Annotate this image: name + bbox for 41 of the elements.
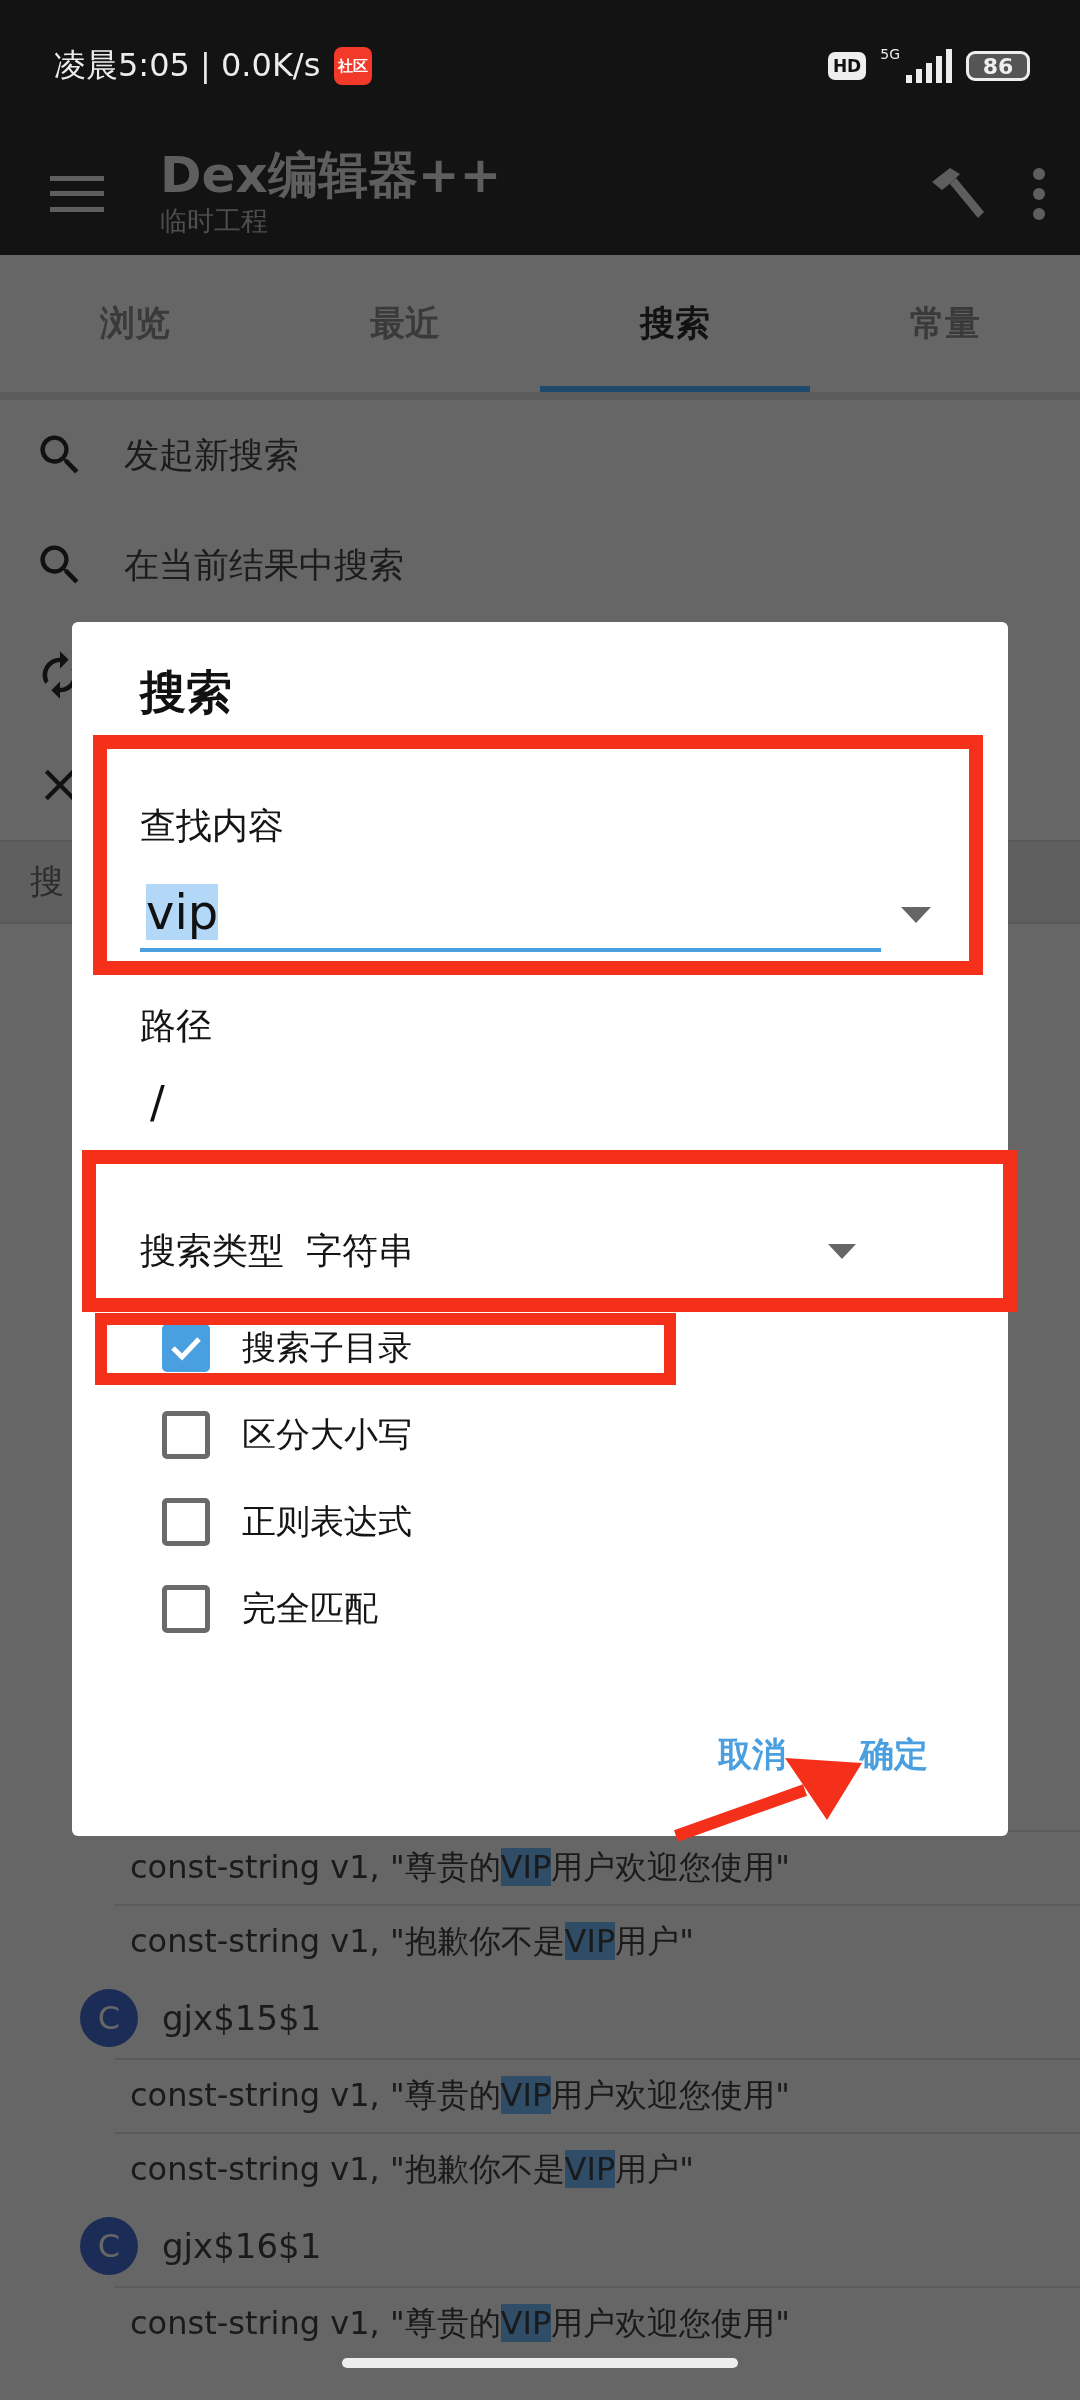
field-label: 查找内容: [140, 804, 285, 848]
app-subtitle: 临时工程: [160, 204, 269, 238]
menu-item[interactable]: 在当前结果中搜索: [124, 541, 404, 589]
path-value: /: [149, 1077, 166, 1128]
dialog-title: 搜索: [140, 664, 233, 721]
checkbox-label[interactable]: 完全匹配: [242, 1585, 378, 1632]
checkbox[interactable]: [162, 1323, 210, 1372]
code-line[interactable]: const-string v1, "尊贵的VIP用户欢迎您使用": [115, 2302, 790, 2346]
status-time: 凌晨5:05 | 0.0K/s: [54, 45, 321, 86]
battery-icon: 86: [966, 51, 1030, 81]
more-icon[interactable]: [1032, 166, 1046, 221]
checkbox[interactable]: [162, 1497, 210, 1546]
class-name[interactable]: gjx$16$1: [162, 2226, 322, 2266]
app-badge: 社区: [334, 47, 373, 85]
dropdown-icon[interactable]: [828, 1243, 856, 1259]
checkbox-label[interactable]: 区分大小写: [242, 1411, 412, 1458]
app-title: Dex编辑器++: [160, 148, 503, 203]
checkbox[interactable]: [162, 1410, 210, 1459]
code-line[interactable]: const-string v1, "尊贵的VIP用户欢迎您使用": [115, 1846, 790, 1890]
search-type-value[interactable]: 字符串: [306, 1226, 828, 1276]
menu-item[interactable]: 发起新搜索: [124, 431, 299, 479]
signal-icon: [904, 49, 952, 83]
class-icon: C: [80, 1989, 138, 2047]
code-line[interactable]: const-string v1, "抱歉你不是VIP用户": [115, 2148, 694, 2192]
dialog-button[interactable]: 确定: [854, 1726, 934, 1784]
dialog-button[interactable]: 取消: [712, 1726, 792, 1784]
hd-badge: HD: [827, 52, 867, 80]
search-field[interactable]: vip: [140, 878, 881, 952]
field-label: 路径: [140, 1004, 213, 1048]
code-line[interactable]: const-string v1, "抱歉你不是VIP用户": [115, 1920, 694, 1964]
code-line[interactable]: const-string v1, "尊贵的VIP用户欢迎您使用": [115, 2074, 790, 2118]
tab[interactable]: 搜索: [540, 255, 810, 392]
field-label: 搜索类型: [140, 1228, 284, 1273]
class-name[interactable]: gjx$15$1: [162, 1998, 322, 2038]
class-icon: C: [80, 2217, 138, 2275]
dropdown-icon[interactable]: [901, 907, 931, 923]
menu-icon[interactable]: [50, 175, 104, 212]
checkbox[interactable]: [162, 1584, 210, 1633]
checkbox-label[interactable]: 搜索子目录: [242, 1324, 412, 1371]
checkbox-label[interactable]: 正则表达式: [242, 1498, 412, 1545]
network-label: 5G: [880, 47, 900, 61]
